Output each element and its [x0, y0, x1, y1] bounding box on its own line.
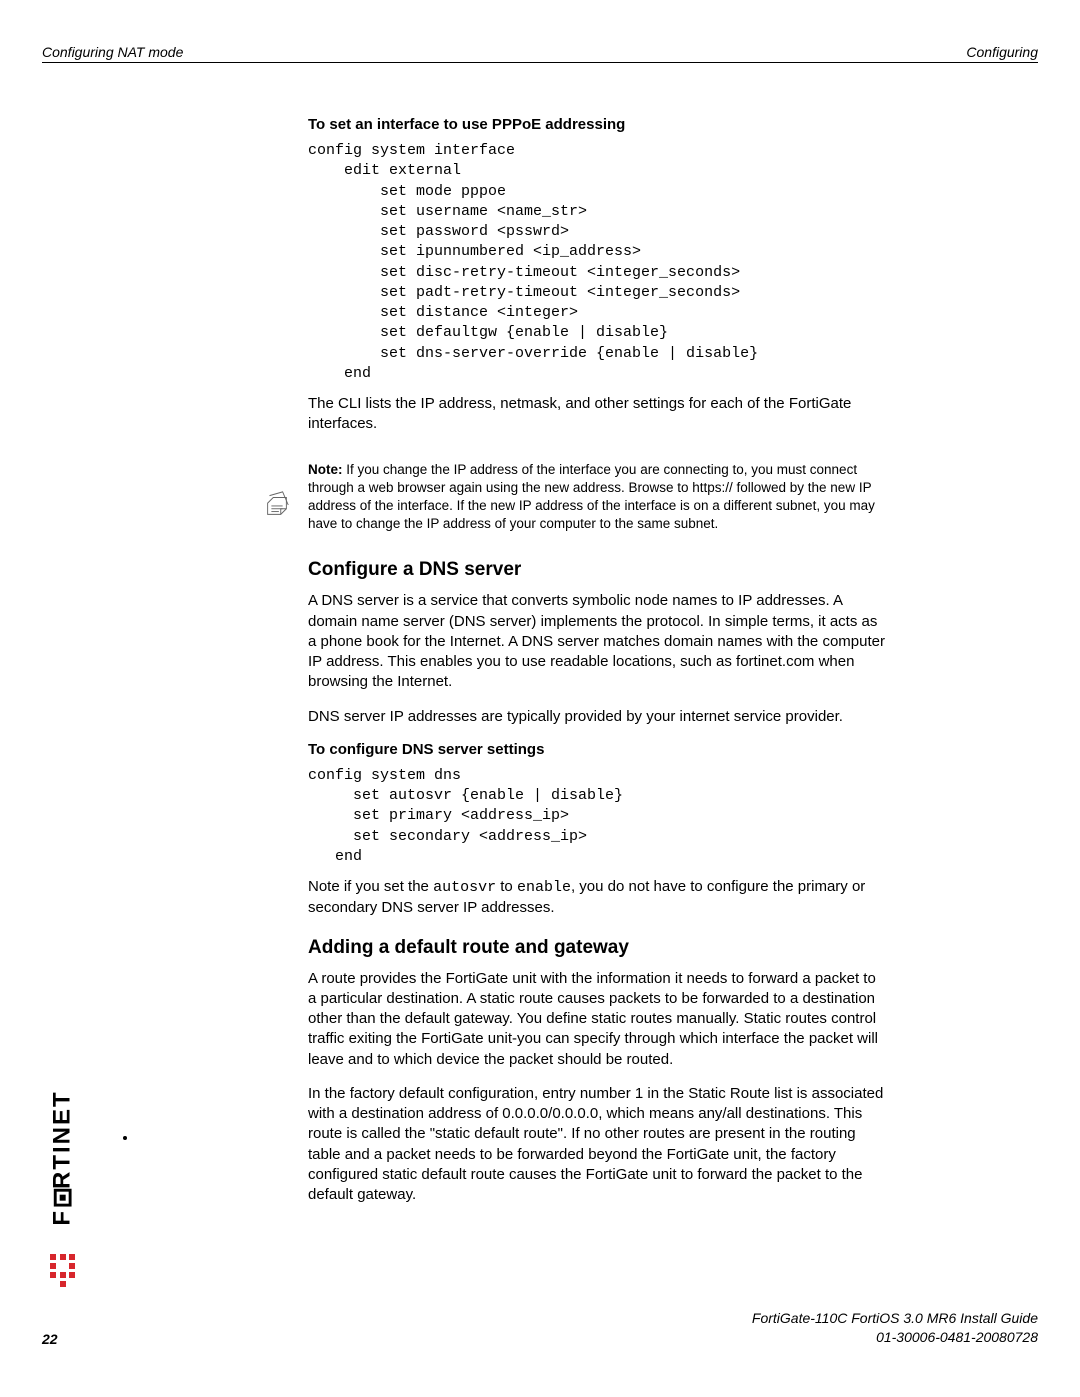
- paragraph-autosvr: Note if you set the autosvr to enable, y…: [308, 877, 888, 919]
- section-title-pppoe: To set an interface to use PPPoE address…: [308, 116, 888, 133]
- paragraph-dns-2: DNS server IP addresses are typically pr…: [308, 707, 888, 727]
- note-icon: [262, 490, 292, 520]
- section-title-dns-config: To configure DNS server settings: [308, 741, 888, 758]
- content-area: To set an interface to use PPPoE address…: [308, 110, 888, 1219]
- heading-route: Adding a default route and gateway: [308, 937, 888, 959]
- page-header: Configuring NAT mode Configuring: [42, 44, 1038, 60]
- footer-guide-title: FortiGate-110C FortiOS 3.0 MR6 Install G…: [42, 1309, 1038, 1328]
- paragraph-dns-1: A DNS server is a service that converts …: [308, 591, 888, 692]
- code-inline-enable: enable: [517, 879, 571, 896]
- fortinet-logo: FRTINET: [48, 1077, 78, 1297]
- fortinet-logo-dot: [123, 1136, 127, 1140]
- header-rule: [42, 62, 1038, 63]
- note-label: Note:: [308, 462, 343, 477]
- breadcrumb-right: Configuring: [966, 44, 1038, 60]
- page-footer: FortiGate-110C FortiOS 3.0 MR6 Install G…: [42, 1309, 1038, 1347]
- fortinet-logo-text: FRTINET: [49, 1090, 77, 1225]
- text-fragment: Note if you set the: [308, 878, 433, 895]
- page-number: 22: [42, 1331, 58, 1347]
- paragraph-route-2: In the factory default configuration, en…: [308, 1084, 888, 1206]
- breadcrumb-left: Configuring NAT mode: [42, 44, 183, 60]
- text-fragment: to: [496, 878, 517, 895]
- footer-right: FortiGate-110C FortiOS 3.0 MR6 Install G…: [42, 1309, 1038, 1347]
- paragraph-route-1: A route provides the FortiGate unit with…: [308, 969, 888, 1070]
- heading-dns: Configure a DNS server: [308, 559, 888, 581]
- fortinet-logo-mark: [50, 1254, 76, 1287]
- note-text: If you change the IP address of the inte…: [308, 462, 875, 532]
- note-block: Note: If you change the IP address of th…: [308, 461, 888, 534]
- logo-text-part: RTINET: [49, 1090, 76, 1189]
- code-block-pppoe: config system interface edit external se…: [308, 141, 888, 384]
- footer-doc-id: 01-30006-0481-20080728: [42, 1328, 1038, 1347]
- page: Configuring NAT mode Configuring To set …: [0, 0, 1080, 1397]
- fortinet-logo-text-wrap: FRTINET: [0, 1144, 131, 1254]
- paragraph-cli-lists: The CLI lists the IP address, netmask, a…: [308, 394, 888, 435]
- code-inline-autosvr: autosvr: [433, 879, 496, 896]
- code-block-dns: config system dns set autosvr {enable | …: [308, 766, 888, 867]
